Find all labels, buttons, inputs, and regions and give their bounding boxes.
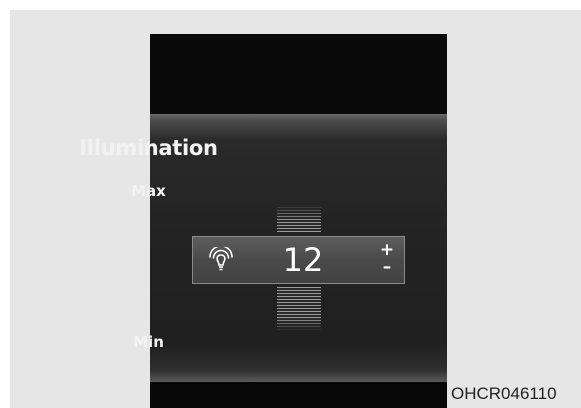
max-label: Max	[131, 182, 166, 200]
figure: Illumination Max 12 + – Min OHCR046110	[0, 0, 581, 408]
figure-code: OHCR046110	[451, 384, 557, 403]
illumination-selector[interactable]: 12 + –	[192, 236, 405, 284]
increase-button[interactable]: +	[379, 242, 395, 259]
illumination-value: 12	[282, 241, 324, 279]
decrease-button[interactable]: –	[379, 259, 395, 276]
screen-title: Illumination	[79, 136, 218, 160]
bottom-bar	[150, 382, 447, 408]
min-label: Min	[133, 333, 164, 351]
bulb-icon	[209, 247, 233, 271]
scale-below-indicator	[277, 287, 321, 331]
scale-above-indicator	[277, 204, 321, 232]
